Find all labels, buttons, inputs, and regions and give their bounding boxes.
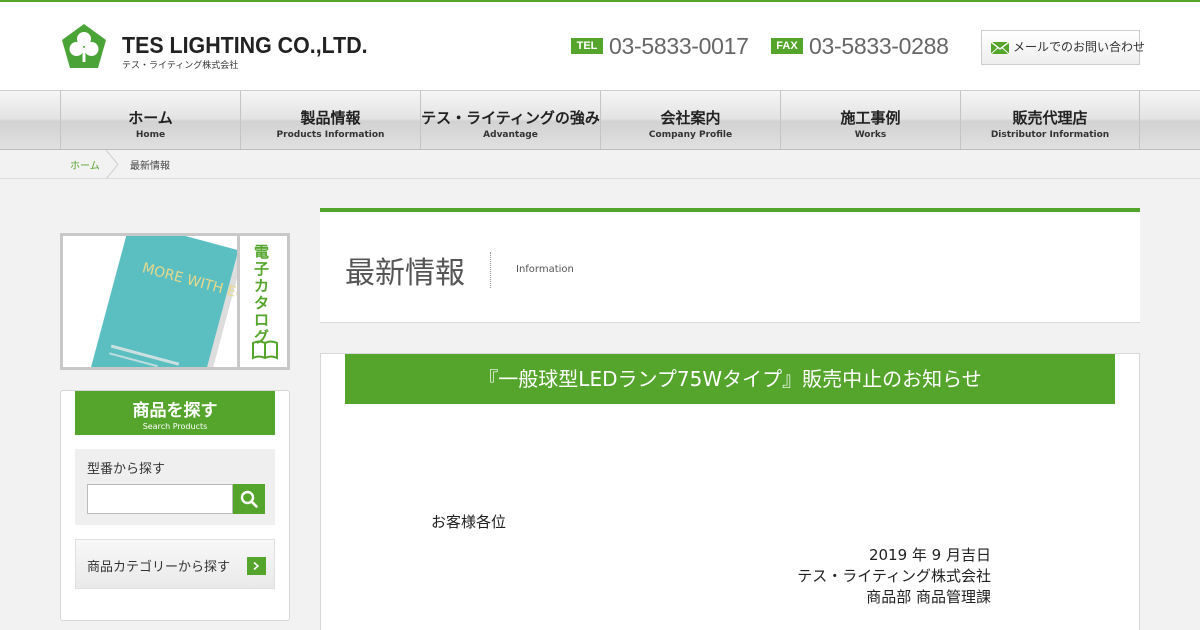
chevron-right-icon [253, 562, 260, 570]
model-search-button[interactable] [233, 484, 265, 514]
breadcrumb-chevron-icon [105, 150, 119, 179]
nav-item-home[interactable]: ホーム Home [60, 91, 240, 149]
title-divider [490, 252, 491, 288]
nav-item-label: ホーム [128, 109, 173, 127]
nav-item-sublabel: Company Profile [648, 130, 733, 140]
breadcrumb-home-link[interactable]: ホーム [70, 157, 100, 172]
model-search-label: 型番から探す [87, 462, 166, 477]
search-icon [240, 490, 258, 508]
nav-item-sublabel: Home [135, 130, 166, 140]
nav-item-sublabel: Advantage [483, 130, 538, 140]
model-search-input[interactable] [87, 484, 233, 514]
article-company: テス・ライティング株式会社 [797, 567, 991, 585]
nav-item-works[interactable]: 施工事例 Works [780, 91, 960, 149]
open-book-icon [252, 340, 278, 360]
e-catalog-banner[interactable]: MORE WITH ECO 電子カタログ [60, 233, 290, 370]
product-search-title: 商品を探す [132, 401, 218, 421]
arrow-box [247, 557, 266, 575]
nav-item-advantage[interactable]: テス・ライティングの強み Advantage [420, 91, 600, 149]
site-header: TES LIGHTING CO.,LTD. テス・ライティング株式会社 TEL … [0, 2, 1200, 90]
article-meta: 2019 年 9 月吉日 テス・ライティング株式会社 商品部 商品管理課 [797, 545, 991, 608]
nav-item-products[interactable]: 製品情報 Products Information [240, 91, 420, 149]
nav-item-label: 会社案内 [660, 109, 721, 127]
clover-logo-icon[interactable] [60, 22, 108, 70]
breadcrumb-current: 最新情報 [130, 161, 170, 172]
nav-item-label: 販売代理店 [1012, 109, 1088, 127]
article-department: 商品部 商品管理課 [866, 588, 991, 606]
mail-icon [991, 42, 1009, 54]
fax-badge: FAX [771, 38, 803, 54]
nav-item-distributor[interactable]: 販売代理店 Distributor Information [960, 91, 1140, 149]
company-name-jp: テス・ライティング株式会社 [122, 61, 239, 71]
company-name[interactable]: TES LIGHTING CO.,LTD. [122, 32, 368, 59]
fax-number: 03-5833-0288 [809, 33, 949, 59]
tel-badge: TEL [571, 38, 603, 54]
nav-item-sublabel: Works [854, 130, 887, 140]
page-title-panel: 最新情報 Information [320, 208, 1140, 323]
catalog-cover-image: MORE WITH ECO [63, 236, 237, 367]
category-search-label: 商品カテゴリーから探す [87, 560, 231, 575]
product-search-panel: 商品を探す Search Products 型番から探す 商品カテゴリーから探す [60, 390, 290, 621]
breadcrumb: ホーム 最新情報 [0, 150, 1200, 179]
nav-item-sublabel: Distributor Information [990, 130, 1110, 140]
tel-number: 03-5833-0017 [609, 33, 749, 59]
contact-mail-label: メールでのお問い合わせ [1013, 40, 1146, 54]
product-search-header: 商品を探す Search Products [75, 391, 275, 435]
article-salutation: お客様各位 [431, 513, 507, 531]
nav-item-label: 製品情報 [300, 109, 361, 127]
page-title-en: Information [516, 264, 574, 275]
nav-item-label: テス・ライティングの強み [421, 109, 600, 127]
catalog-label: 電子カタログ [254, 243, 270, 346]
article-headline: 『一般球型LEDランプ75Wタイプ』販売中止のお知らせ [345, 354, 1115, 404]
model-search-panel: 型番から探す [75, 449, 275, 525]
contact-mail-button[interactable]: メールでのお問い合わせ [981, 30, 1145, 65]
product-search-subtitle: Search Products [142, 422, 208, 431]
nav-item-label: 施工事例 [840, 109, 901, 127]
category-search-button[interactable]: 商品カテゴリーから探す [75, 539, 275, 589]
news-article: 『一般球型LEDランプ75Wタイプ』販売中止のお知らせ お客様各位 2019 年… [320, 353, 1140, 630]
page-title: 最新情報 [345, 256, 465, 291]
catalog-side-tab[interactable]: 電子カタログ [237, 236, 287, 367]
nav-item-company[interactable]: 会社案内 Company Profile [600, 91, 780, 149]
nav-item-sublabel: Products Information [276, 130, 385, 140]
article-date: 2019 年 9 月吉日 [868, 546, 991, 564]
global-nav: ホーム Home 製品情報 Products Information テス・ライ… [0, 90, 1200, 150]
